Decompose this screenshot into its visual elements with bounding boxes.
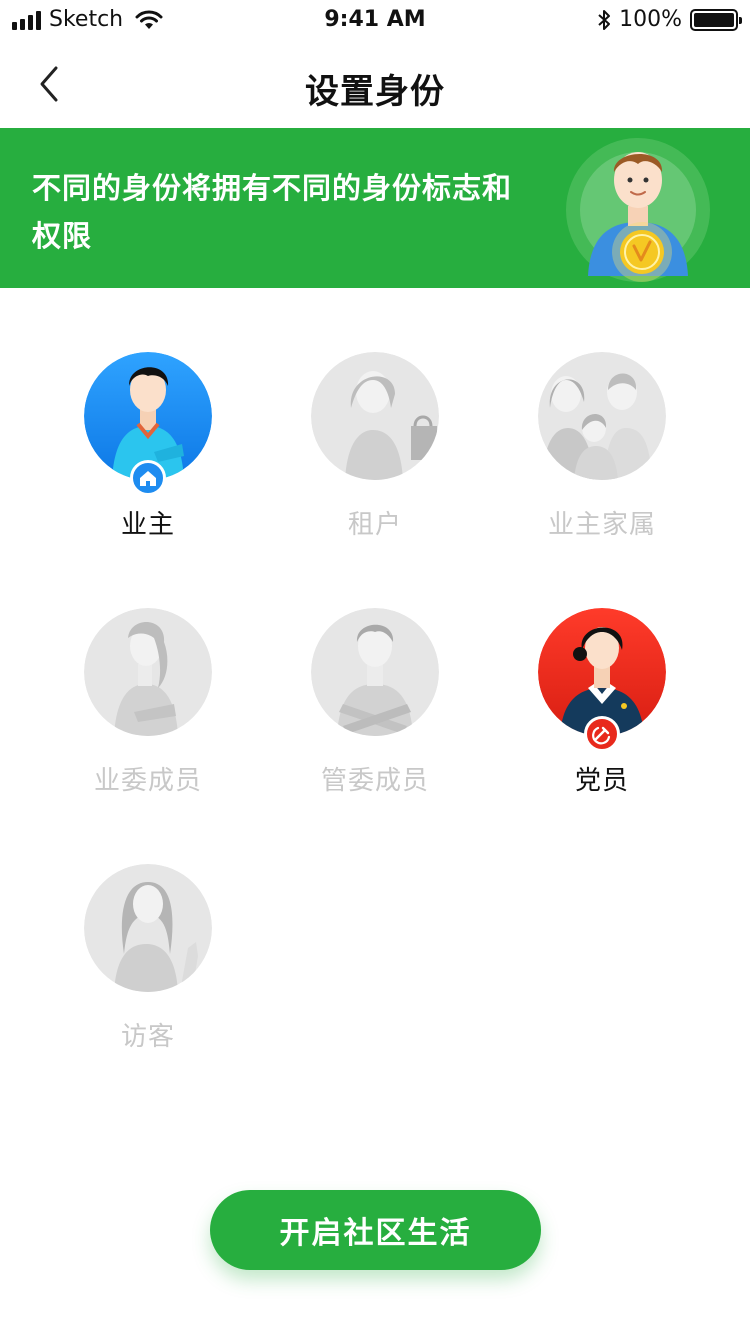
- info-banner: 不同的身份将拥有不同的身份标志和权限: [0, 128, 750, 288]
- role-label-visitor: 访客: [120, 1022, 175, 1052]
- role-owner[interactable]: 业主: [48, 352, 248, 541]
- battery-percent: 100%: [619, 7, 682, 32]
- role-party-member[interactable]: 党员: [502, 608, 702, 797]
- role-management-member[interactable]: 管委成员: [275, 608, 475, 797]
- role-visitor[interactable]: 访客: [48, 864, 248, 1053]
- owner-family-avatar: [538, 352, 666, 480]
- start-community-life-button[interactable]: 开启社区生活: [210, 1190, 541, 1270]
- role-label-committee-member: 业委成员: [93, 766, 202, 796]
- committee-member-avatar: [84, 608, 212, 736]
- role-owner-family[interactable]: 业主家属: [502, 352, 702, 541]
- status-right: 100%: [597, 7, 742, 32]
- management-member-avatar: [311, 608, 439, 736]
- bluetooth-icon: [598, 9, 611, 30]
- party-emblem-icon: [592, 726, 611, 745]
- home-badge: [130, 460, 166, 496]
- role-label-owner: 业主: [120, 510, 175, 540]
- tenant-avatar: [311, 352, 439, 480]
- status-bar: Sketch 9:41 AM 100%: [0, 0, 750, 40]
- role-committee-member[interactable]: 业委成员: [48, 608, 248, 797]
- role-label-party-member: 党员: [574, 766, 629, 796]
- banner-text: 不同的身份将拥有不同的身份标志和权限: [32, 171, 513, 253]
- nav-bar: 设置身份: [0, 40, 750, 128]
- home-icon: [140, 471, 156, 486]
- role-label-management-member: 管委成员: [320, 766, 429, 796]
- user-medal-illustration: [566, 138, 710, 282]
- battery-icon: [690, 8, 742, 31]
- visitor-avatar: [84, 864, 212, 992]
- role-label-owner-family: 业主家属: [547, 510, 656, 540]
- page-title: 设置身份: [305, 72, 445, 112]
- role-label-tenant: 租户: [347, 510, 402, 540]
- party-badge: [584, 716, 620, 752]
- role-tenant[interactable]: 租户: [275, 352, 475, 541]
